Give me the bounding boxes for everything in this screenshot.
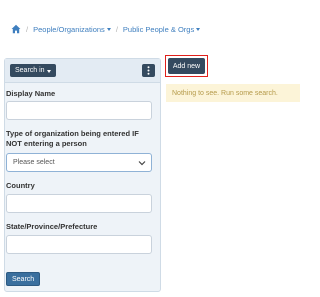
- display-name-input[interactable]: [6, 101, 152, 120]
- kebab-icon: [147, 66, 150, 75]
- breadcrumb-separator: /: [26, 24, 29, 34]
- home-icon[interactable]: [11, 24, 21, 34]
- empty-results-notice: Nothing to see. Run some search.: [166, 84, 300, 102]
- org-type-label: Type of organization being entered IF NO…: [6, 129, 139, 148]
- country-label: Country: [6, 181, 35, 190]
- add-new-button[interactable]: Add new: [168, 58, 205, 74]
- search-panel-header: Search in: [5, 59, 160, 83]
- breadcrumb-people-organizations-label[interactable]: People/Organizations: [33, 25, 105, 34]
- empty-results-text: Nothing to see. Run some search.: [172, 89, 278, 97]
- caret-down-icon: [196, 28, 201, 31]
- breadcrumb: / People/Organizations / Public People &…: [0, 19, 300, 39]
- search-button[interactable]: Search: [6, 272, 41, 286]
- caret-down-icon: [106, 28, 111, 31]
- state-input[interactable]: [6, 235, 152, 254]
- country-input[interactable]: [6, 194, 152, 213]
- org-type-select[interactable]: Please select: [6, 153, 152, 172]
- display-name-label: Display Name: [6, 89, 56, 98]
- caret-down-icon: [46, 69, 51, 73]
- search-in-label: Search in: [15, 67, 45, 74]
- breadcrumb-separator: /: [115, 24, 118, 34]
- breadcrumb-public-people-orgs[interactable]: Public People & Orgs: [123, 25, 201, 34]
- search-in-button[interactable]: Search in: [10, 64, 56, 77]
- org-type-selected-value: Please select: [13, 159, 55, 166]
- chevron-down-icon: [138, 161, 146, 166]
- breadcrumb-public-people-orgs-label[interactable]: Public People & Orgs: [123, 25, 194, 34]
- breadcrumb-people-organizations[interactable]: People/Organizations: [33, 25, 111, 34]
- state-label: State/Province/Prefecture: [6, 222, 98, 231]
- kebab-menu-button[interactable]: [142, 64, 155, 77]
